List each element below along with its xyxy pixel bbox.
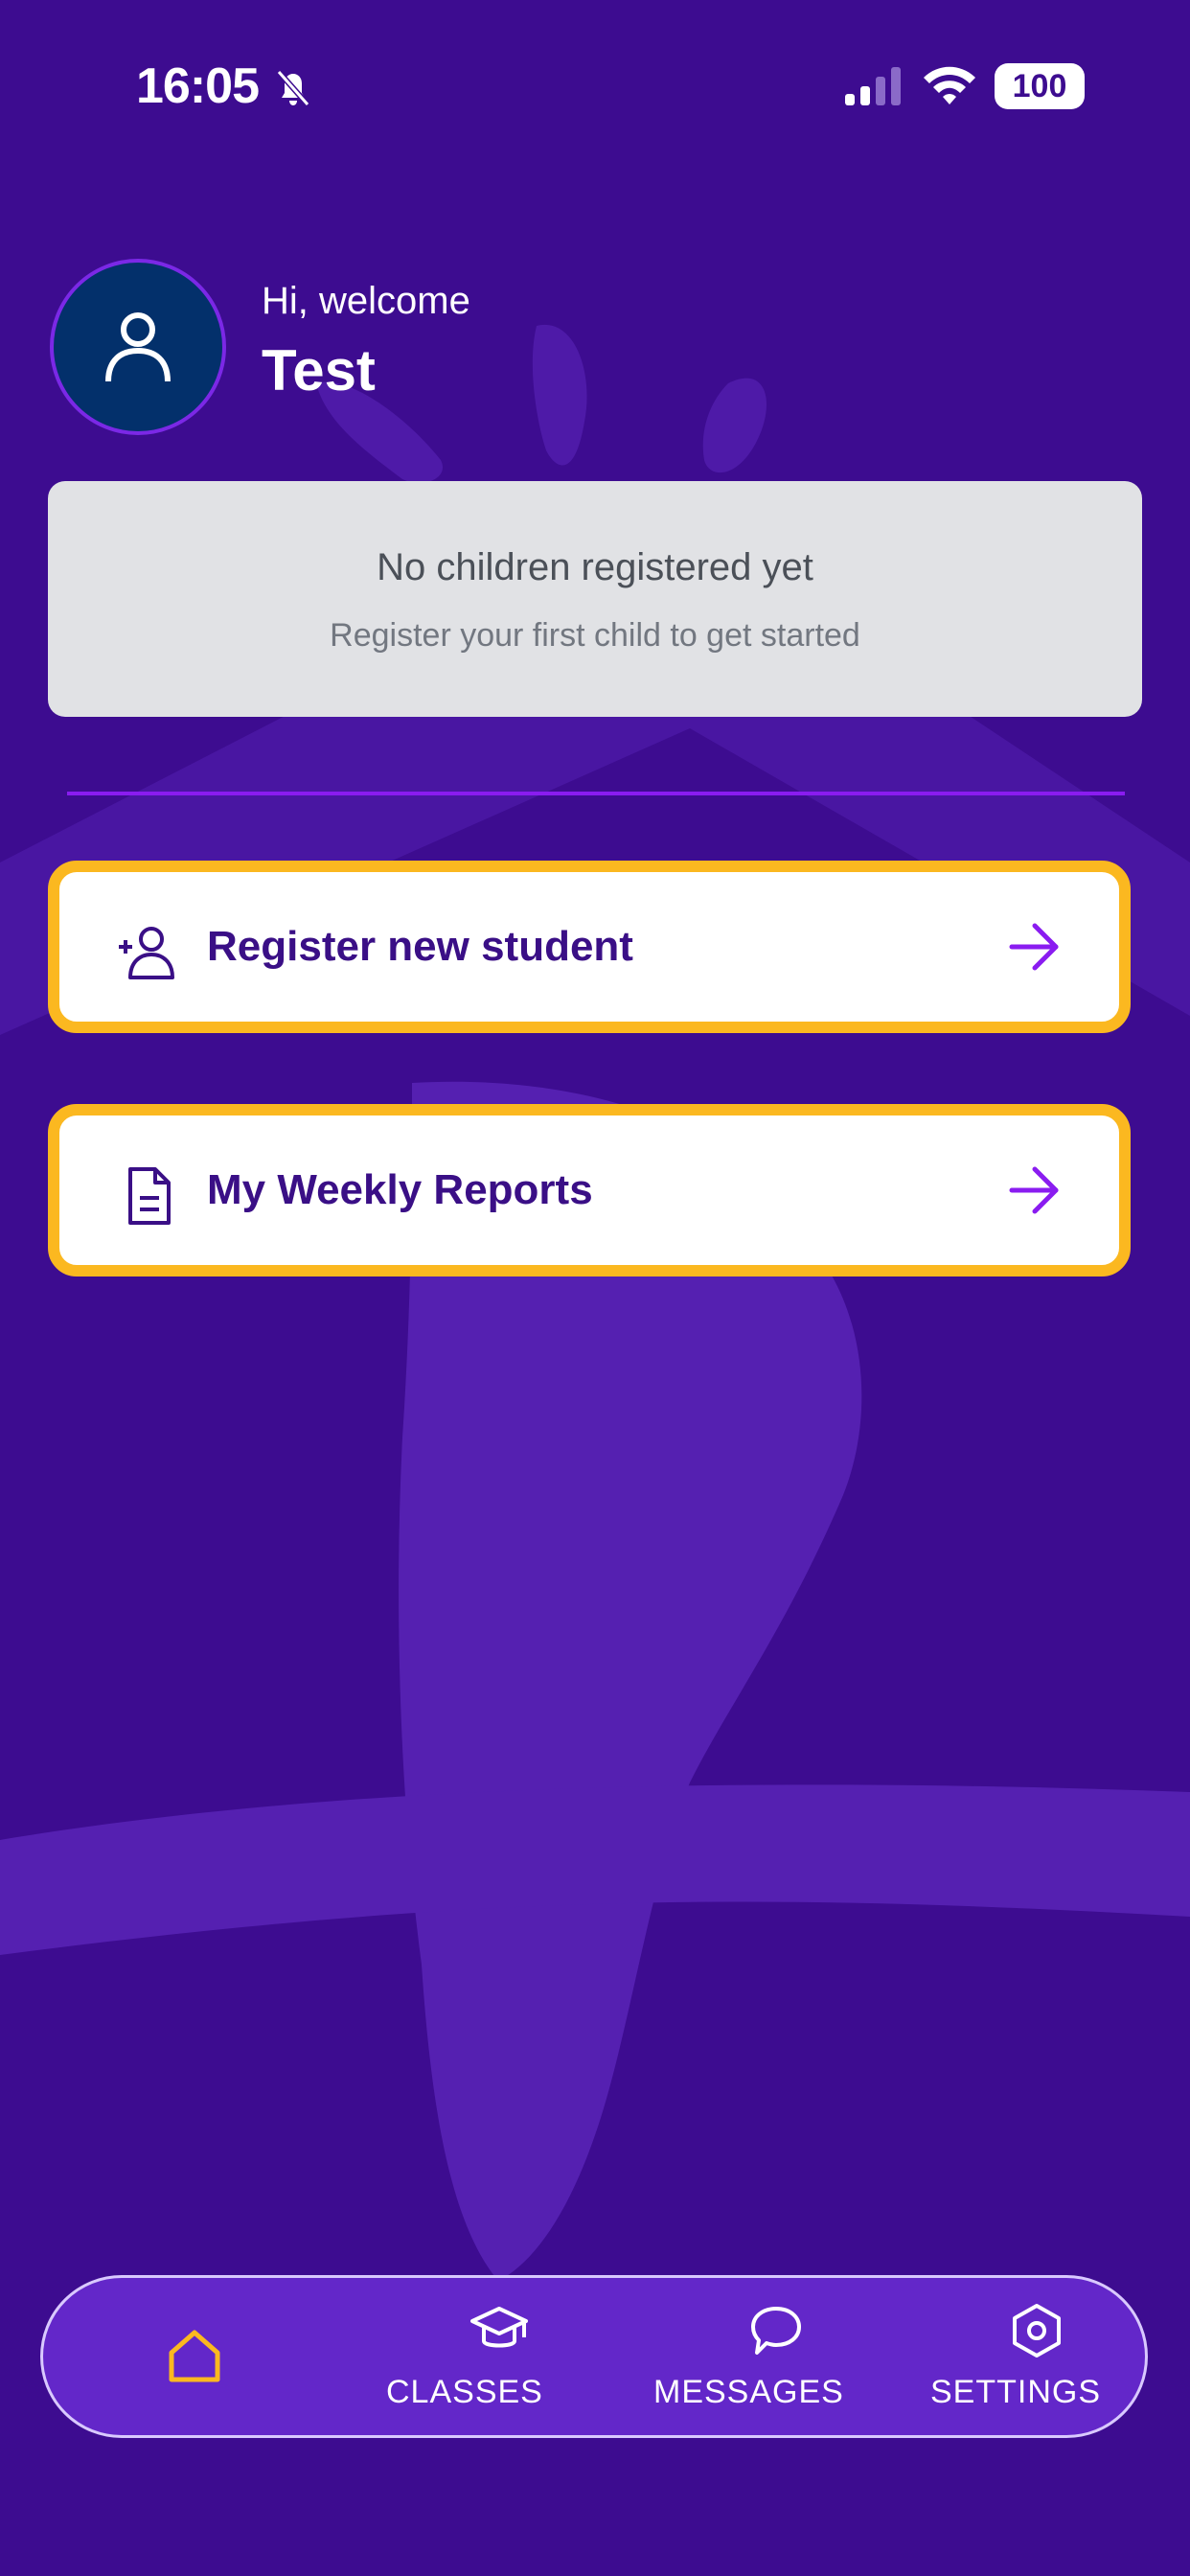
document-icon — [128, 1167, 171, 1225]
graduation-cap-icon — [470, 2307, 528, 2348]
greeting-text: Hi, welcome — [262, 280, 470, 322]
battery-tip — [1077, 77, 1083, 94]
register-student-label: Register new student — [207, 923, 633, 970]
signal-icon — [845, 67, 901, 105]
bottom-nav: CLASSES MESSAGES SETTINGS — [40, 2275, 1148, 2438]
nav-messages-label: MESSAGES — [653, 2374, 844, 2410]
section-divider — [67, 792, 1125, 795]
battery-level: 100 — [1012, 68, 1067, 104]
user-name: Test — [262, 338, 376, 402]
nav-home[interactable] — [101, 2278, 292, 2441]
weekly-reports-label: My Weekly Reports — [207, 1166, 593, 1213]
empty-state-subtitle: Register your first child to get started — [330, 617, 860, 654]
status-time: 16:05 — [136, 58, 260, 114]
arrow-right-icon — [1009, 1166, 1059, 1214]
user-plus-icon — [119, 927, 174, 979]
nav-messages[interactable]: MESSAGES — [642, 2278, 910, 2441]
wifi-icon — [924, 66, 975, 104]
nav-settings-label: SETTINGS — [930, 2374, 1102, 2410]
bell-off-icon — [276, 70, 310, 106]
avatar[interactable] — [50, 259, 226, 435]
arrow-right-icon — [1009, 923, 1059, 971]
chat-bubble-icon — [751, 2307, 801, 2355]
weekly-reports-button[interactable]: My Weekly Reports — [48, 1104, 1131, 1276]
nav-classes[interactable]: CLASSES — [369, 2278, 628, 2441]
home-icon — [169, 2330, 220, 2382]
register-student-button[interactable]: Register new student — [48, 861, 1131, 1033]
battery-icon: 100 — [995, 63, 1085, 109]
settings-icon — [1013, 2304, 1061, 2358]
empty-state-card: No children registered yet Register your… — [48, 481, 1142, 717]
nav-settings[interactable]: SETTINGS — [925, 2278, 1145, 2441]
user-icon — [105, 312, 171, 382]
empty-state-title: No children registered yet — [377, 546, 813, 588]
nav-classes-label: CLASSES — [386, 2374, 543, 2410]
